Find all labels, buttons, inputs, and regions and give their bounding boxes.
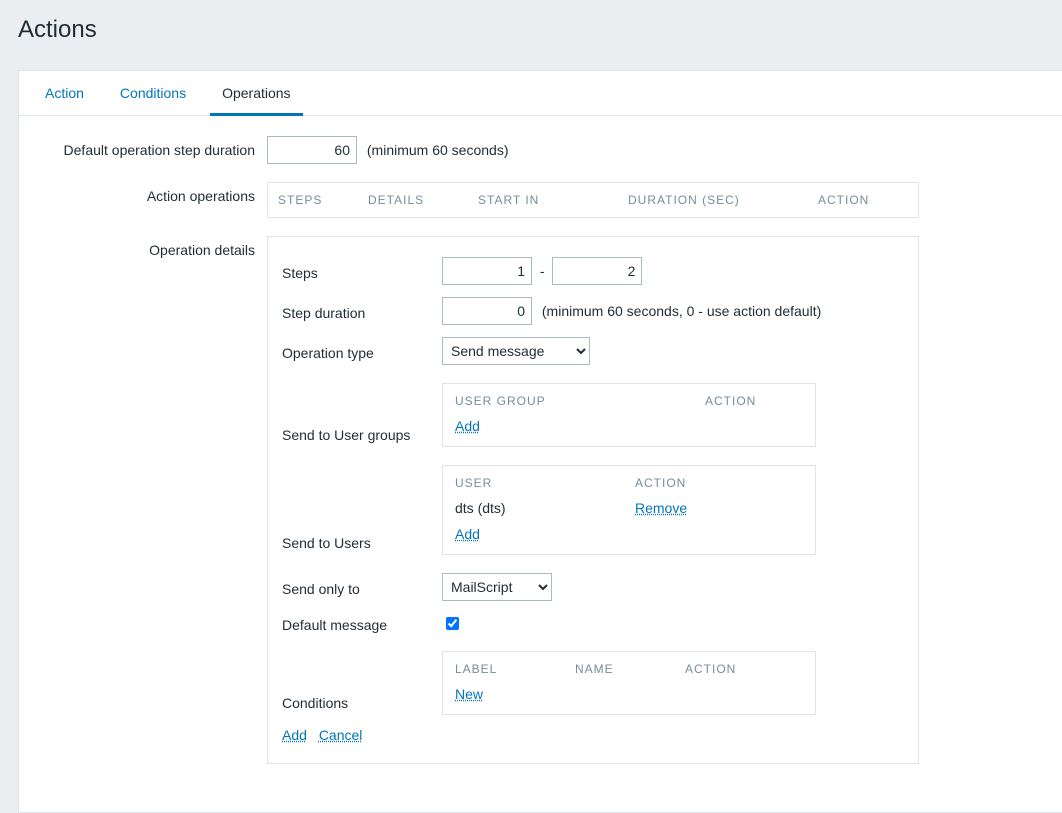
conditions-table: LABEL NAME ACTION New: [442, 651, 816, 715]
user-row-name: dts (dts): [455, 500, 635, 516]
label-op-conditions: Conditions: [282, 695, 442, 715]
col-header-steps: STEPS: [278, 193, 368, 207]
col-header-cond-name: NAME: [575, 662, 685, 676]
input-step-from[interactable]: [442, 257, 532, 285]
col-header-user-group: USER GROUP: [455, 394, 705, 408]
hint-step-duration: (minimum 60 seconds, 0 - use action defa…: [542, 303, 821, 319]
col-header-user: USER: [455, 476, 635, 490]
tab-action[interactable]: Action: [27, 71, 102, 115]
select-operation-type[interactable]: Send message: [442, 337, 590, 365]
cancel-operation-link[interactable]: Cancel: [319, 727, 363, 743]
hint-default-step-duration: (minimum 60 seconds): [367, 142, 509, 158]
label-default-message: Default message: [282, 613, 442, 633]
label-default-step-duration: Default operation step duration: [49, 136, 267, 158]
user-groups-table: USER GROUP ACTION Add: [442, 383, 816, 447]
operations-form: Default operation step duration (minimum…: [19, 116, 1062, 812]
label-operation-details: Operation details: [49, 236, 267, 258]
main-panel: Action Conditions Operations Default ope…: [18, 70, 1062, 813]
label-step-duration: Step duration: [282, 301, 442, 321]
tab-operations[interactable]: Operations: [204, 71, 308, 115]
select-send-only-to[interactable]: MailScript: [442, 573, 552, 601]
steps-dash: -: [540, 263, 545, 279]
input-default-step-duration[interactable]: [267, 136, 357, 164]
label-send-only-to: Send only to: [282, 577, 442, 597]
col-header-cond-label: LABEL: [455, 662, 575, 676]
user-row: dts (dts) Remove: [455, 500, 803, 516]
action-operations-table: STEPS DETAILS START IN DURATION (SEC) AC…: [267, 182, 919, 218]
add-operation-link[interactable]: Add: [282, 727, 307, 743]
label-steps: Steps: [282, 261, 442, 281]
col-header-action: ACTION: [818, 193, 908, 207]
add-user-link[interactable]: Add: [455, 526, 480, 542]
col-header-ug-action: ACTION: [705, 394, 756, 408]
input-step-duration[interactable]: [442, 297, 532, 325]
checkbox-default-message[interactable]: [446, 617, 459, 630]
col-header-start-in: START IN: [478, 193, 628, 207]
new-condition-link[interactable]: New: [455, 686, 483, 702]
operation-details-box: Steps - Step duration (minimum 60 second…: [267, 236, 919, 764]
users-table: USER ACTION dts (dts) Remove Add: [442, 465, 816, 555]
page-title: Actions: [18, 8, 1044, 52]
col-header-cond-action: ACTION: [685, 662, 736, 676]
tab-conditions[interactable]: Conditions: [102, 71, 204, 115]
col-header-user-action: ACTION: [635, 476, 755, 490]
remove-user-link[interactable]: Remove: [635, 500, 687, 516]
tabs: Action Conditions Operations: [19, 71, 1062, 116]
col-header-duration: DURATION (SEC): [628, 193, 818, 207]
label-operation-type: Operation type: [282, 341, 442, 361]
col-header-details: DETAILS: [368, 193, 478, 207]
label-send-to-user-groups: Send to User groups: [282, 427, 442, 447]
add-user-group-link[interactable]: Add: [455, 418, 480, 434]
label-send-to-users: Send to Users: [282, 535, 442, 555]
input-step-to[interactable]: [552, 257, 642, 285]
label-action-operations: Action operations: [49, 182, 267, 204]
